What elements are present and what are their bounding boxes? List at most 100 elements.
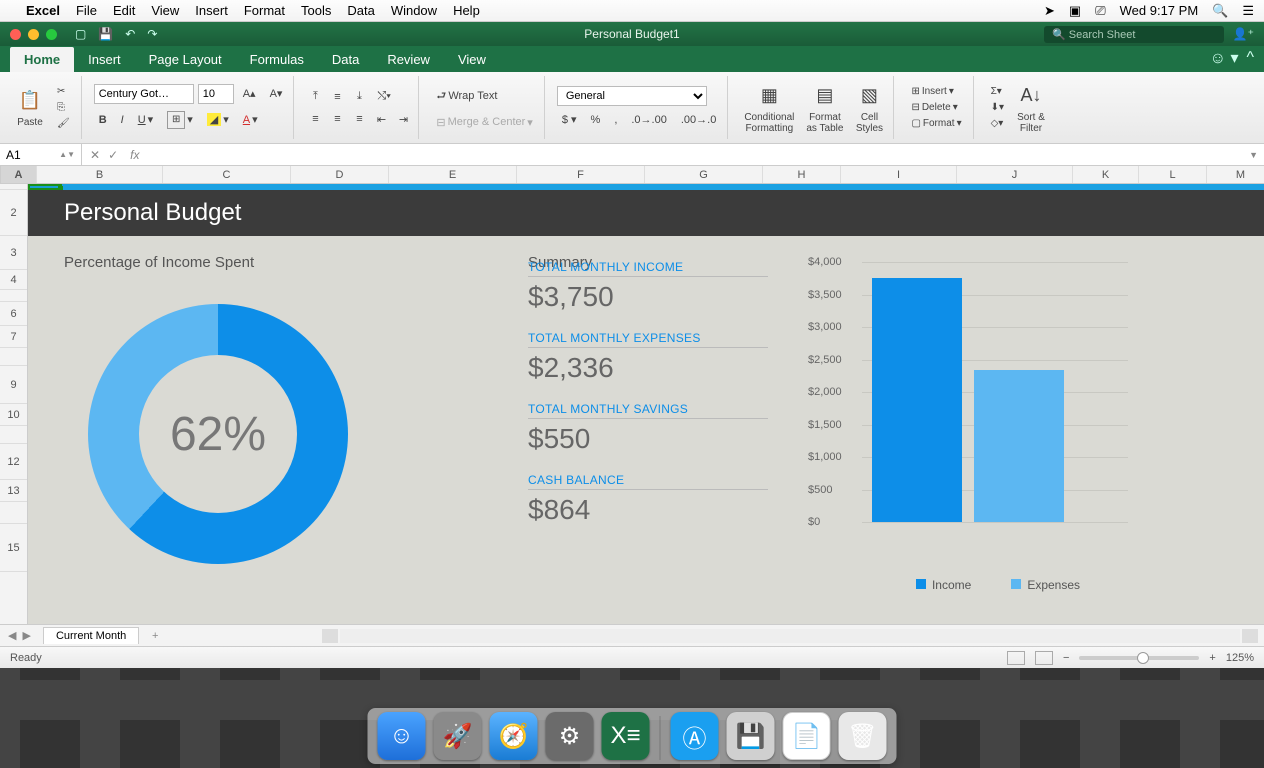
tab-formulas[interactable]: Formulas [236,47,318,72]
dock-document-icon[interactable]: 📄 [783,712,831,760]
save-icon-2[interactable]: 💾 [98,27,113,41]
column-header-C[interactable]: C [163,166,291,183]
dock-excel-icon[interactable]: X≡ [602,712,650,760]
cursor-icon[interactable]: ➤ [1044,3,1055,19]
column-header-F[interactable]: F [517,166,645,183]
tab-view[interactable]: View [444,47,500,72]
zoom-level[interactable]: 125% [1226,652,1254,664]
font-color-button[interactable]: A▾ [238,110,263,129]
dock-finder-icon[interactable]: ☺ [378,712,426,760]
menu-file[interactable]: File [76,3,97,18]
column-header-G[interactable]: G [645,166,763,183]
zoom-button[interactable] [46,29,57,40]
format-as-table-button[interactable]: ▤Format as Table [802,80,847,136]
row-header-3[interactable]: 3 [0,236,27,270]
sheet-nav-prev-icon[interactable]: ◀ [8,629,16,642]
minimize-button[interactable] [28,29,39,40]
menu-view[interactable]: View [151,3,179,18]
row-header-blank7[interactable] [0,348,27,366]
bold-button[interactable]: B [94,111,112,129]
sort-filter-button[interactable]: A↓Sort & Filter [1013,80,1049,136]
dock-safari-icon[interactable]: 🧭 [490,712,538,760]
row-header-6[interactable]: 6 [0,302,27,326]
conditional-formatting-button[interactable]: ▦Conditional Formatting [740,80,798,136]
search-sheet-input[interactable]: 🔍 Search Sheet [1044,26,1224,43]
fill-color-button[interactable]: ◢▾ [202,110,234,129]
display-icon[interactable]: ▣ [1069,3,1081,19]
tab-review[interactable]: Review [373,47,444,72]
cut-icon[interactable]: ✂ [52,84,75,99]
save-icon[interactable]: ▢ [75,27,86,41]
row-header-blank4[interactable] [0,290,27,302]
column-header-B[interactable]: B [37,166,163,183]
redo-icon[interactable]: ↷ [147,27,157,41]
column-header-I[interactable]: I [841,166,957,183]
menu-window[interactable]: Window [391,3,437,18]
menu-tools[interactable]: Tools [301,3,331,18]
menu-format[interactable]: Format [244,3,285,18]
battery-icon[interactable]: ⎚ [1095,3,1105,19]
align-middle-icon[interactable]: ≡ [328,88,346,106]
cancel-formula-icon[interactable]: ✕ [90,148,100,162]
sheet-nav-next-icon[interactable]: ▶ [22,629,30,642]
font-name-combo[interactable] [94,84,194,104]
insert-cells-button[interactable]: ⊞ Insert ▾ [906,84,966,99]
expand-formula-bar-icon[interactable]: ▼ [1249,150,1258,160]
underline-button[interactable]: U ▾ [133,110,158,129]
copy-icon[interactable]: ⎘ [52,100,75,115]
column-header-J[interactable]: J [957,166,1073,183]
decrease-decimal-icon[interactable]: .00→.0 [676,111,721,129]
tab-page-layout[interactable]: Page Layout [135,47,236,72]
clear-icon[interactable]: ◇▾ [986,116,1009,131]
fx-icon[interactable]: fx [130,148,139,162]
menu-edit[interactable]: Edit [113,3,135,18]
hscroll-track[interactable] [340,629,1240,643]
border-button[interactable]: ⊞▾ [162,108,198,132]
row-header-9[interactable]: 9 [0,366,27,404]
zoom-in-icon[interactable]: + [1209,652,1215,664]
add-sheet-button[interactable]: + [145,630,165,642]
wrap-text-button[interactable]: ⮐ Wrap Text [431,84,502,109]
dock-settings-icon[interactable]: ⚙ [546,712,594,760]
row-header-7[interactable]: 7 [0,326,27,348]
close-button[interactable] [10,29,21,40]
spotlight-icon[interactable]: 🔍 [1212,3,1228,19]
column-header-D[interactable]: D [291,166,389,183]
tab-insert[interactable]: Insert [74,47,135,72]
row-header-blank10[interactable] [0,426,27,444]
hscroll-right[interactable] [1242,629,1258,643]
number-format-combo[interactable]: General [557,86,707,106]
share-icon[interactable]: 👤⁺ [1233,27,1254,41]
normal-view-icon[interactable] [1007,651,1025,665]
column-header-K[interactable]: K [1073,166,1139,183]
tab-data[interactable]: Data [318,47,373,72]
sheet-tab-current[interactable]: Current Month [43,627,139,644]
sheet-canvas[interactable]: Personal Budget Percentage of Income Spe… [28,184,1264,624]
comma-icon[interactable]: , [609,111,622,129]
tab-home[interactable]: Home [10,47,74,72]
format-painter-icon[interactable]: 🖌 [52,116,75,131]
row-header-4[interactable]: 4 [0,270,27,290]
increase-indent-icon[interactable]: ⇥ [394,110,412,128]
row-header-2[interactable]: 2 [0,190,27,236]
smiley-icon[interactable]: ☺ ▾ [1210,48,1239,68]
align-bottom-icon[interactable]: ⤓ [350,88,368,106]
undo-icon[interactable]: ↶ [125,27,135,41]
column-header-H[interactable]: H [763,166,841,183]
fill-icon[interactable]: ⬇▾ [986,100,1009,115]
row-header-blank13[interactable] [0,502,27,524]
column-header-M[interactable]: M [1207,166,1264,183]
merge-center-button[interactable]: ⊟ Merge & Center ▾ [431,113,537,132]
enter-formula-icon[interactable]: ✓ [108,148,118,162]
align-right-icon[interactable]: ≡ [350,110,368,128]
delete-cells-button[interactable]: ⊟ Delete ▾ [906,100,966,115]
column-header-E[interactable]: E [389,166,517,183]
dock-appstore-icon[interactable]: Ⓐ [671,712,719,760]
dock-launchpad-icon[interactable]: 🚀 [434,712,482,760]
dock-disk-icon[interactable]: 💾 [727,712,775,760]
row-header-13[interactable]: 13 [0,480,27,502]
row-header-12[interactable]: 12 [0,444,27,480]
hscroll-left[interactable] [322,629,338,643]
font-size-combo[interactable] [198,84,234,104]
name-box[interactable]: A1▲▼ [0,144,82,165]
